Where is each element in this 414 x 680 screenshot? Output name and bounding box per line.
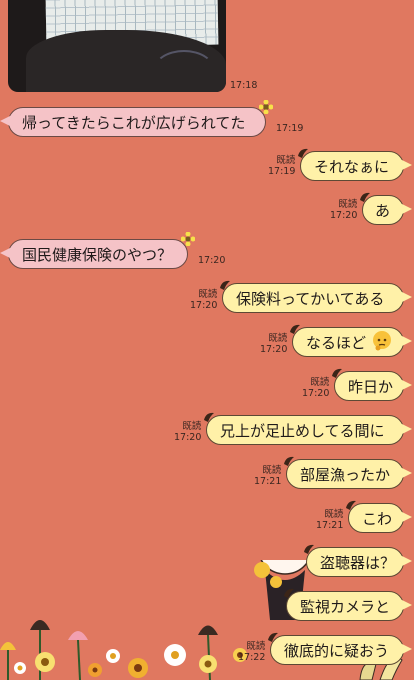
tulip-flowers	[0, 620, 218, 680]
bubble-tail-icon	[400, 423, 412, 435]
message-text: 帰ってきたらこれが広げられてた	[22, 114, 246, 132]
message-timestamp: 17:20	[302, 388, 330, 399]
message-timestamp: 17:20	[198, 255, 226, 266]
bubble-tail-icon	[400, 379, 412, 391]
message-bubble-incoming[interactable]: 国民健康保険のやつ？	[0, 232, 195, 269]
bubble-tail-icon	[0, 115, 12, 127]
message-timestamp: 17:20	[174, 432, 202, 443]
bubble-tail-icon	[400, 643, 412, 655]
message-text: あ	[375, 202, 391, 220]
message-timestamp: 17:19	[276, 123, 304, 134]
message-bubble-incoming[interactable]: 帰ってきたらこれが広げられてた	[0, 100, 273, 137]
message-bubble-outgoing[interactable]: 監視カメラと	[284, 588, 412, 621]
message-text: 保険料ってかいてある	[236, 290, 385, 308]
read-receipt: 既読	[324, 509, 344, 520]
bubble-tail-icon	[400, 511, 412, 523]
message-text: こわ	[362, 510, 393, 528]
message-text: 監視カメラと	[300, 598, 391, 616]
chat-photo[interactable]	[8, 0, 226, 92]
paw-sticker-icon	[298, 148, 308, 158]
read-receipt: 既読	[262, 465, 282, 476]
bubble-tail-icon	[400, 291, 412, 303]
paw-sticker-icon	[346, 500, 356, 510]
message-bubble-outgoing[interactable]: 部屋漁ったか	[284, 456, 412, 489]
message-bubble-outgoing[interactable]: それなぁに	[298, 148, 412, 181]
message-meta: 既読 17:20	[260, 333, 287, 355]
message-timestamp: 17:20	[330, 210, 358, 221]
read-receipt: 既読	[310, 377, 330, 388]
cable-shape	[152, 50, 216, 92]
bubble-tail-icon	[400, 467, 412, 479]
flower-sticker-icon	[181, 232, 195, 246]
message-bubble-outgoing[interactable]: 兄上が足止めしてる間に	[204, 412, 412, 445]
message-meta: 既読 17:20	[190, 289, 217, 311]
message-text: 部屋漁ったか	[300, 466, 391, 484]
daisy-flowers	[14, 644, 247, 678]
message-timestamp: 17:20	[190, 300, 218, 311]
read-receipt: 既読	[182, 421, 202, 432]
message-timestamp: 17:21	[316, 520, 344, 531]
message-bubble-outgoing[interactable]: 保険料ってかいてある	[220, 280, 412, 313]
message-meta: 既読 17:21	[254, 465, 281, 487]
message-meta: 既読 17:20	[330, 199, 357, 221]
paw-sticker-icon	[290, 324, 300, 334]
read-receipt: 既読	[246, 641, 266, 652]
bubble-tail-icon	[0, 247, 12, 259]
paw-sticker-icon	[304, 544, 314, 554]
read-receipt: 既読	[338, 199, 358, 210]
message-text: 盗聴器は？	[320, 554, 396, 572]
message-meta: 既読 17:22	[238, 641, 265, 663]
read-receipt: 既読	[198, 289, 218, 300]
message-bubble-outgoing[interactable]: なるほど	[290, 324, 412, 357]
message-timestamp: 17:20	[260, 344, 288, 355]
bubble-tail-icon	[400, 203, 412, 215]
message-timestamp: 17:22	[238, 652, 266, 663]
bubble-tail-icon	[400, 599, 412, 611]
bubble-tail-icon	[400, 555, 412, 567]
message-bubble-outgoing[interactable]: あ	[360, 192, 412, 225]
message-bubble-outgoing[interactable]: 昨日か	[332, 368, 412, 401]
message-text: 徹底的に疑おう	[284, 642, 390, 660]
bubble-tail-icon	[400, 335, 412, 347]
message-timestamp: 17:21	[254, 476, 282, 487]
message-meta: 既読 17:20	[302, 377, 329, 399]
paw-sticker-icon	[220, 280, 230, 290]
message-bubble-outgoing[interactable]: 盗聴器は？	[304, 544, 412, 577]
message-bubble-outgoing[interactable]: 徹底的に疑おう	[268, 632, 412, 665]
message-text: 兄上が足止めしてる間に	[220, 422, 385, 440]
paw-sticker-icon	[284, 588, 294, 598]
paw-sticker-icon	[284, 456, 294, 466]
message-text: 国民健康保険のやつ？	[22, 246, 173, 264]
thinking-face-icon	[372, 331, 391, 351]
message-bubble-outgoing[interactable]: こわ	[346, 500, 412, 533]
message-meta: 既読 17:20	[174, 421, 201, 443]
message-timestamp: 17:19	[268, 166, 296, 177]
paw-sticker-icon	[332, 368, 342, 378]
message-meta: 既読 17:19	[268, 155, 295, 177]
paw-sticker-icon	[204, 412, 214, 422]
message-text: 昨日か	[348, 378, 394, 396]
message-meta: 既読 17:21	[316, 509, 343, 531]
read-receipt: 既読	[276, 155, 296, 166]
message-text: なるほど	[306, 334, 367, 352]
read-receipt: 既読	[268, 333, 288, 344]
paw-sticker-icon	[360, 192, 370, 202]
paw-sticker-icon	[268, 632, 278, 642]
photo-timestamp: 17:18	[230, 80, 258, 91]
flower-sticker-icon	[259, 100, 273, 114]
bubble-tail-icon	[400, 159, 412, 171]
message-text: それなぁに	[314, 158, 390, 176]
